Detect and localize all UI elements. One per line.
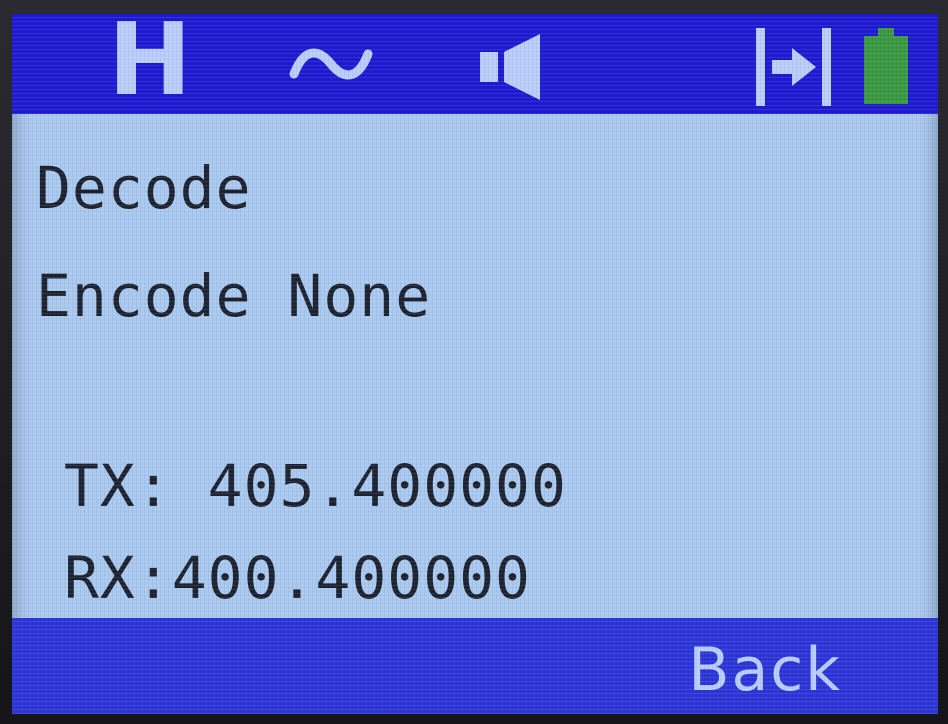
soft-key-bar: Back bbox=[12, 618, 938, 714]
back-soft-key[interactable]: Back bbox=[688, 638, 842, 702]
decode-line: Decode bbox=[36, 154, 252, 222]
lcd-screen: H Decode Encode None TX: 405.400000 RX:4… bbox=[12, 14, 938, 714]
encode-line: Encode None bbox=[36, 262, 432, 330]
wave-icon bbox=[289, 48, 373, 80]
battery-icon bbox=[864, 28, 908, 104]
tx-frequency: TX: 405.400000 bbox=[64, 452, 567, 520]
speaker-icon bbox=[480, 34, 540, 100]
menu-content: Decode Encode None TX: 405.400000 RX:400… bbox=[12, 114, 938, 618]
status-bar: H bbox=[12, 14, 938, 114]
rx-frequency: RX:400.400000 bbox=[64, 544, 531, 612]
radio-device: H Decode Encode None TX: 405.400000 RX:4… bbox=[0, 0, 948, 724]
signal-sync-icon bbox=[756, 28, 831, 106]
channel-mode-indicator: H bbox=[108, 14, 192, 118]
